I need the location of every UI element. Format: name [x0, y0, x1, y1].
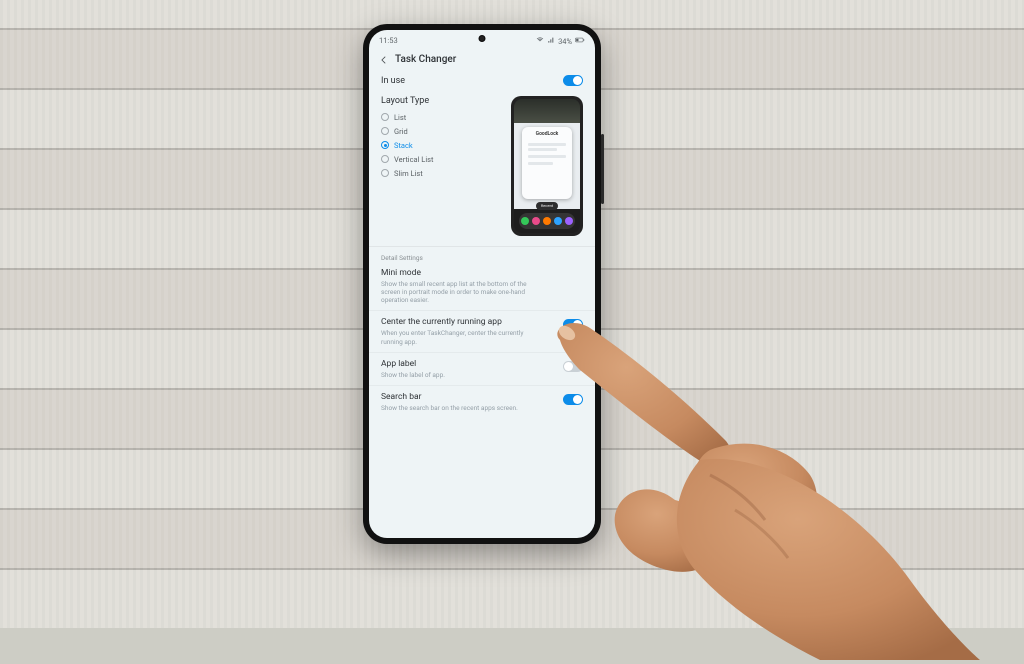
layout-option-label: Stack [394, 141, 413, 150]
phone-side-buttons [601, 134, 604, 204]
radio-icon [381, 127, 389, 135]
setting-description: When you enter TaskChanger, center the c… [381, 329, 531, 345]
layout-option-vertical-list[interactable]: Vertical List [381, 152, 505, 166]
signal-icon [547, 36, 555, 46]
setting-name: Search bar [381, 392, 555, 402]
setting-toggle-center-app[interactable] [563, 319, 583, 330]
layout-option-label: Grid [394, 127, 408, 136]
front-camera [479, 35, 486, 42]
radio-icon [381, 169, 389, 177]
setting-description: Show the small recent app list at the bo… [381, 280, 531, 304]
radio-icon [381, 155, 389, 163]
layout-option-stack[interactable]: Stack [381, 138, 505, 152]
battery-icon [575, 36, 585, 46]
detail-settings-list: Mini mode Show the small recent app list … [369, 262, 595, 418]
in-use-toggle[interactable] [563, 75, 583, 86]
in-use-label: In use [381, 76, 405, 86]
in-use-row: In use [369, 69, 595, 92]
status-time: 11:53 [379, 36, 398, 46]
wifi-icon [536, 36, 544, 46]
phone-screen: 11:53 34% Task Changer In use [369, 30, 595, 538]
layout-option-slim-list[interactable]: Slim List [381, 166, 505, 180]
setting-description: Show the label of app. [381, 371, 531, 379]
setting-center-app[interactable]: Center the currently running app When you… [369, 310, 595, 351]
setting-name: Mini mode [381, 268, 583, 278]
setting-toggle-search-bar[interactable] [563, 394, 583, 405]
layout-options: List Grid Stack Vertical List Slim List [381, 110, 505, 180]
status-icons: 34% [536, 36, 585, 46]
layout-option-label: Slim List [394, 169, 423, 178]
layout-option-label: Vertical List [394, 155, 433, 164]
layout-option-grid[interactable]: Grid [381, 124, 505, 138]
preview-navbar [519, 213, 575, 229]
setting-description: Show the search bar on the recent apps s… [381, 404, 531, 412]
layout-option-label: List [394, 113, 406, 122]
setting-mini-mode[interactable]: Mini mode Show the small recent app list … [369, 262, 595, 310]
radio-icon [381, 113, 389, 121]
setting-toggle-app-label[interactable] [563, 361, 583, 372]
title-bar: Task Changer [369, 48, 595, 69]
layout-type-title: Layout Type [381, 96, 505, 106]
phone-frame: 11:53 34% Task Changer In use [363, 24, 601, 544]
page-title: Task Changer [395, 54, 456, 65]
setting-name: Center the currently running app [381, 317, 555, 327]
detail-settings-caption: Detail Settings [369, 250, 595, 262]
radio-icon [381, 141, 389, 149]
layout-option-list[interactable]: List [381, 110, 505, 124]
preview-pill: Recent [536, 202, 558, 210]
setting-app-label[interactable]: App label Show the label of app. [369, 352, 595, 385]
layout-type-block: Layout Type List Grid Stack Vertical List Sl… [369, 92, 595, 246]
battery-text: 34% [558, 37, 572, 46]
setting-search-bar[interactable]: Search bar Show the search bar on the rec… [369, 385, 595, 418]
setting-name: App label [381, 359, 555, 369]
layout-preview: GoodLock Recent [511, 96, 583, 236]
back-icon[interactable] [379, 55, 389, 65]
